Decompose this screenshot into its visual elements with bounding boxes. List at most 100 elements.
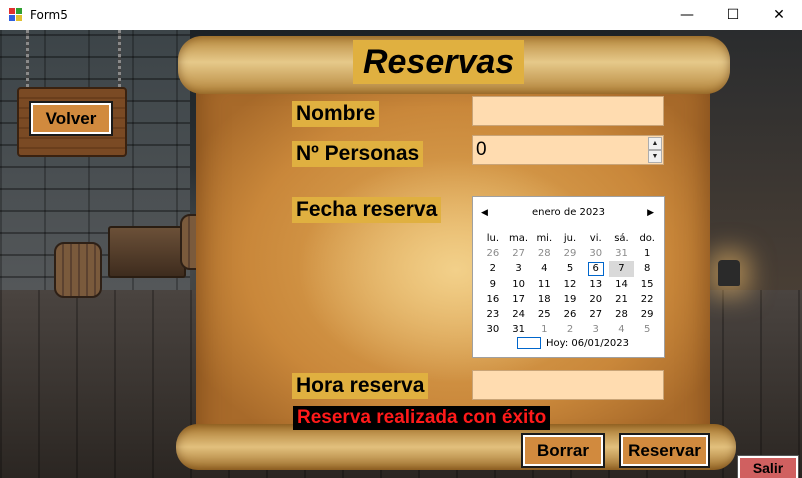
calendar-day[interactable]: 3 [506,261,532,276]
form-client-area: Reservas Volver Nombre Nº Personas 0 ▲ ▼… [0,30,802,478]
calendar-week-row: 2 3 4 5 6 7 8 [480,261,660,277]
calendar-day[interactable]: 5 [634,322,660,337]
calendar-day[interactable]: 24 [506,307,532,322]
volver-button[interactable]: Volver [29,101,113,136]
weekday-label: vi. [589,233,602,244]
calendar-day-label: 7 [618,263,625,275]
calendar-day[interactable]: 26 [480,246,506,261]
calendar-day[interactable]: 19 [557,292,583,307]
borrar-button[interactable]: Borrar [521,433,605,468]
calendar-day[interactable]: 22 [634,292,660,307]
calendar-day[interactable]: 29 [557,246,583,261]
calendar-day-label: 1 [643,248,651,260]
calendar-day[interactable]: 31 [506,322,532,337]
calendar-day[interactable]: 27 [583,307,609,322]
next-month-button[interactable]: ▶ [647,208,654,218]
calendar-day[interactable]: 4 [609,322,635,337]
background-chest [108,226,186,278]
calendar-day-label: 8 [643,263,651,275]
today-link[interactable]: Hoy: 06/01/2023 [517,337,629,349]
date-calendar[interactable]: ◀ enero de 2023 ▶ lu. ma. mi. ju. vi. sá… [472,196,665,358]
nombre-input[interactable] [472,96,664,126]
calendar-day-label: 24 [512,308,525,320]
calendar-grid: lu. ma. mi. ju. vi. sá. do. 26 27 28 29 30 31… [480,231,660,337]
calendar-day[interactable]: 25 [531,307,557,322]
calendar-day[interactable]: 11 [531,277,557,292]
stepper-buttons: ▲ ▼ [648,137,662,163]
background-lamp [718,260,740,286]
calendar-day[interactable]: 13 [583,277,609,292]
calendar-day[interactable]: 6 [583,261,609,277]
calendar-day[interactable]: 15 [634,277,660,292]
calendar-day[interactable]: 31 [609,246,635,261]
calendar-day[interactable]: 14 [609,277,635,292]
calendar-day[interactable]: 28 [609,307,635,322]
calendar-day[interactable]: 1 [531,322,557,337]
salir-button[interactable]: Salir [737,455,799,478]
background-barrel [54,242,102,298]
calendar-day-label: 3 [515,263,522,275]
weekday-label: ma. [509,233,529,244]
calendar-day-label: 2 [489,263,497,275]
calendar-day-label: 20 [589,293,603,305]
today-marker-icon [517,337,541,349]
calendar-day-label: 5 [643,324,651,336]
hora-input[interactable] [472,370,664,400]
stepper-down-button[interactable]: ▼ [648,150,662,163]
calendar-day[interactable]: 26 [557,307,583,322]
calendar-day[interactable]: 10 [506,277,532,292]
calendar-day[interactable]: 7 [608,261,635,277]
window-title: Form5 [30,8,68,22]
calendar-day[interactable]: 3 [583,322,609,337]
calendar-day[interactable]: 17 [506,292,532,307]
personas-stepper[interactable]: 0 ▲ ▼ [472,135,664,165]
calendar-day-label: 22 [640,293,654,305]
calendar-day[interactable]: 20 [583,292,609,307]
caret-up-icon: ▲ [651,140,659,147]
calendar-day-label: 31 [615,248,628,260]
calendar-day[interactable]: 16 [480,292,506,307]
calendar-day-label: 26 [486,248,500,260]
calendar-day-label: 16 [486,293,500,305]
calendar-day[interactable]: 1 [634,246,660,261]
calendar-day[interactable]: 21 [609,292,635,307]
calendar-day[interactable]: 2 [480,261,506,276]
close-button[interactable]: ✕ [756,0,802,30]
calendar-month-label[interactable]: enero de 2023 [473,207,664,223]
calendar-day-label: 30 [589,248,603,260]
calendar-day-label: 18 [537,293,551,305]
calendar-day[interactable]: 12 [557,277,583,292]
page-title: Reservas [353,40,525,84]
caret-down-icon: ▼ [651,153,659,160]
maximize-button[interactable]: ☐ [710,0,756,30]
personas-label: Nº Personas [292,141,424,167]
calendar-day-label: 27 [512,248,525,260]
minimize-button[interactable]: — [664,0,710,30]
calendar-week-row: 16 17 18 19 20 21 22 [480,292,660,307]
calendar-day-label: 2 [566,324,574,336]
calendar-day-label: 30 [486,324,500,336]
calendar-day[interactable]: 4 [531,261,557,276]
calendar-day[interactable]: 2 [557,322,583,337]
calendar-weeks: 26 27 28 29 30 31 1 2 3 4 5 6 7 8 9 10 11 12 13 14 15 16 17 18 1… [480,246,660,337]
calendar-day[interactable]: 27 [506,246,532,261]
calendar-day-label: 10 [512,278,525,290]
status-message: Reserva realizada con éxito [293,406,551,430]
weekday-header-row: lu. ma. mi. ju. vi. sá. do. [480,231,660,246]
calendar-day[interactable]: 29 [634,307,660,322]
calendar-day-label: 29 [640,308,654,320]
calendar-day[interactable]: 30 [480,322,506,337]
calendar-day[interactable]: 28 [531,246,557,261]
calendar-day-label: 4 [618,324,625,336]
calendar-day[interactable]: 9 [480,277,506,292]
calendar-day[interactable]: 23 [480,307,506,322]
minimize-icon: — [680,7,694,23]
calendar-day[interactable]: 18 [531,292,557,307]
calendar-day[interactable]: 5 [557,261,583,276]
calendar-day[interactable]: 8 [634,261,660,276]
calendar-day[interactable]: 30 [583,246,609,261]
reservar-button[interactable]: Reservar [619,433,710,468]
calendar-day-label: 27 [589,308,603,320]
nombre-label: Nombre [292,101,380,127]
stepper-up-button[interactable]: ▲ [648,137,662,150]
